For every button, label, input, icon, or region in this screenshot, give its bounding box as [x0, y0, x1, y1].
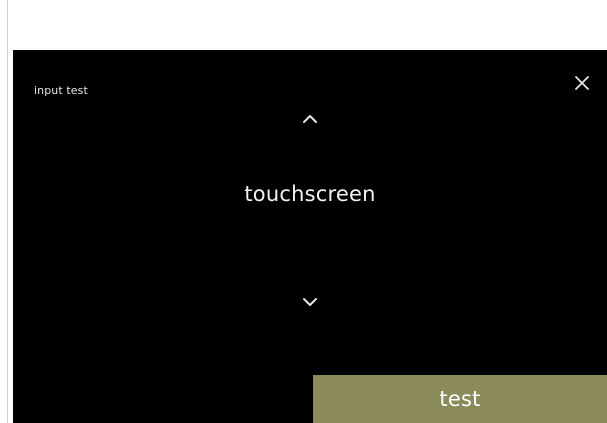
device-screen: input test touchscreen test [13, 50, 607, 423]
chevron-up-icon [303, 115, 317, 123]
scroll-down-button[interactable] [302, 296, 318, 308]
screen-title: input test [34, 84, 88, 97]
scroll-up-button[interactable] [302, 113, 318, 125]
close-icon [575, 76, 589, 90]
test-button[interactable]: test [313, 375, 607, 423]
page: input test touchscreen test [0, 0, 607, 423]
close-button[interactable] [573, 74, 591, 92]
test-button-label: test [439, 387, 481, 411]
selected-input-label: touchscreen [244, 182, 376, 206]
left-divider [7, 0, 8, 423]
chevron-down-icon [303, 298, 317, 306]
